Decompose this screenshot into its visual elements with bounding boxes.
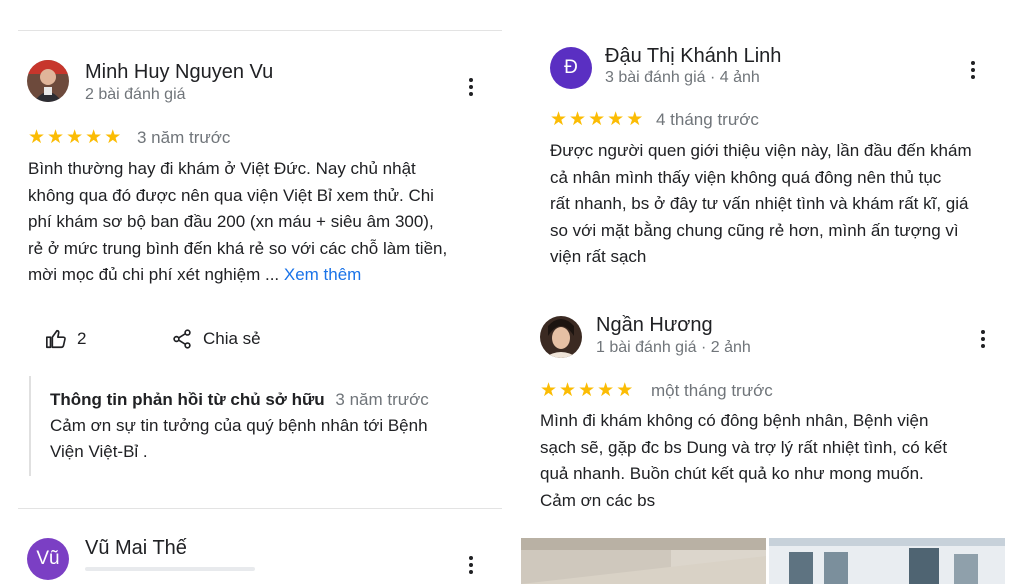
owner-reply-text-line: Cảm ơn sự tin tưởng của quý bệnh nhân tớ… — [50, 416, 428, 435]
avatar-photo — [540, 316, 582, 358]
top-divider-left — [18, 30, 502, 31]
star-icon: ★ — [28, 127, 46, 148]
more-vert-icon — [981, 330, 985, 334]
review-text-line: viện rất sạch — [550, 247, 647, 266]
reviewer-meta[interactable]: 3 bài đánh giá · 4 ảnh — [605, 69, 760, 87]
more-options-button[interactable] — [975, 326, 991, 352]
more-vert-icon — [469, 78, 473, 82]
reviewer-meta[interactable]: 1 bài đánh giá · 2 ảnh — [596, 339, 751, 357]
owner-reply-text-line: Viện Việt-Bỉ . — [50, 442, 148, 461]
more-options-button[interactable] — [965, 57, 981, 83]
reviewer-name[interactable]: Vũ Mai Thế — [85, 537, 187, 560]
review-text-line: quả nhanh. Buồn chút kết quả ko như mong… — [540, 464, 924, 483]
review-text-line: Cảm ơn các bs — [540, 490, 656, 510]
review-text: Bình thường hay đi khám ở Việt Đức. Nay … — [28, 156, 447, 289]
review-text-line: mời mọc đủ chi phí xét nghiệm ... Xem th… — [28, 262, 447, 289]
rating-stars: ★ ★ ★ ★ ★ — [28, 128, 121, 147]
star-icon: ★ — [578, 380, 596, 401]
review-photo-image — [769, 538, 1005, 584]
avatar[interactable] — [27, 60, 69, 102]
more-vert-icon-dot — [981, 337, 985, 341]
review-text-line: Được người quen giới thiệu viện này, lần… — [550, 141, 972, 160]
star-icon: ★ — [47, 127, 65, 148]
owner-reply-header: Thông tin phản hồi từ chủ sở hữu 3 năm t… — [50, 387, 429, 413]
star-icon: ★ — [66, 127, 84, 148]
review-photo[interactable] — [769, 538, 1005, 584]
star-icon: ★ — [540, 380, 558, 401]
meta-placeholder — [85, 567, 255, 571]
review-text-line: rất nhanh, bs ở đây tư vấn nhiệt tình và… — [550, 194, 969, 213]
more-vert-icon-dot — [971, 68, 975, 72]
more-vert-icon-dot — [469, 85, 473, 89]
review-divider-left — [18, 508, 502, 509]
star-icon: ★ — [616, 380, 634, 401]
review-time: một tháng trước — [651, 381, 773, 400]
share-button[interactable]: Chia sẻ — [171, 328, 261, 350]
star-icon: ★ — [85, 127, 103, 148]
review-text: Mình đi khám không có đông bệnh nhân, Bệ… — [540, 408, 947, 514]
more-vert-icon-dot — [469, 563, 473, 567]
review-text-line: Bình thường hay đi khám ở Việt Đức. Nay … — [28, 159, 416, 178]
review-text-line: không qua đó được nên qua viện Việt Bỉ x… — [28, 185, 434, 205]
more-options-button[interactable] — [463, 74, 479, 100]
rating-stars: ★ ★ ★ ★ ★ — [550, 110, 643, 129]
avatar[interactable]: Vũ — [27, 538, 69, 580]
more-vert-icon-dot — [469, 92, 473, 96]
reviewer-name[interactable]: Đậu Thị Khánh Linh — [605, 45, 781, 68]
star-icon: ★ — [626, 109, 644, 130]
more-vert-icon-dot — [981, 344, 985, 348]
avatar[interactable] — [540, 316, 582, 358]
like-count: 2 — [77, 329, 87, 348]
avatar-photo — [27, 60, 69, 102]
reviewer-name[interactable]: Ngần Hương — [596, 314, 713, 337]
reviewer-meta[interactable]: 2 bài đánh giá — [85, 86, 186, 104]
owner-reply-time: 3 năm trước — [335, 390, 429, 409]
more-vert-icon — [469, 556, 473, 560]
star-icon: ★ — [569, 109, 587, 130]
review-time: 3 năm trước — [137, 128, 231, 147]
star-icon: ★ — [588, 109, 606, 130]
owner-reply-bar — [29, 376, 31, 476]
owner-reply-title: Thông tin phản hồi từ chủ sở hữu — [50, 390, 325, 409]
review-text-line: sạch sẽ, gặp đc bs Dung và trợ lý rất nh… — [540, 437, 948, 457]
review-text-line: cả nhân mình thấy viện không quá đông nê… — [550, 167, 942, 187]
review-text: Được người quen giới thiệu viện này, lần… — [550, 138, 972, 271]
more-vert-icon-dot — [469, 570, 473, 574]
share-label: Chia sẻ — [203, 329, 261, 348]
share-icon — [173, 329, 191, 349]
avatar[interactable]: Đ — [550, 47, 592, 89]
reviewer-name[interactable]: Minh Huy Nguyen Vu — [85, 61, 273, 84]
rating-stars: ★ ★ ★ ★ ★ — [540, 381, 633, 400]
more-vert-icon-dot — [971, 75, 975, 79]
avatar-letter: Đ — [564, 57, 578, 78]
review-text-line: so với mặt bằng chung cũng rẻ hơn, mình … — [550, 220, 959, 240]
star-icon: ★ — [597, 380, 615, 401]
review-photo-image — [521, 538, 766, 584]
star-icon: ★ — [559, 380, 577, 401]
star-icon: ★ — [607, 109, 625, 130]
thumbs-up-icon — [46, 329, 66, 349]
review-photo[interactable] — [521, 538, 766, 584]
avatar-letter: Vũ — [36, 548, 60, 569]
review-time: 4 tháng trước — [656, 110, 759, 129]
review-text-line: rẻ ở mức trung bình đến khá rẻ so với cá… — [28, 238, 448, 258]
read-more-link[interactable]: Xem thêm — [284, 265, 361, 284]
review-text-line: phí khám sơ bộ ban đầu 200 (xn máu + siê… — [28, 212, 434, 231]
more-options-button[interactable] — [463, 552, 479, 578]
more-vert-icon — [971, 61, 975, 65]
review-text-line-last: mời mọc đủ chi phí xét nghiệm ... — [28, 265, 284, 284]
like-button[interactable]: 2 — [45, 328, 86, 350]
review-text-line: Mình đi khám không có đông bệnh nhân, Bệ… — [540, 411, 929, 430]
star-icon: ★ — [104, 127, 122, 148]
owner-reply: Thông tin phản hồi từ chủ sở hữu 3 năm t… — [50, 387, 429, 465]
star-icon: ★ — [550, 109, 568, 130]
reviewer-meta-cutoff — [85, 564, 255, 572]
